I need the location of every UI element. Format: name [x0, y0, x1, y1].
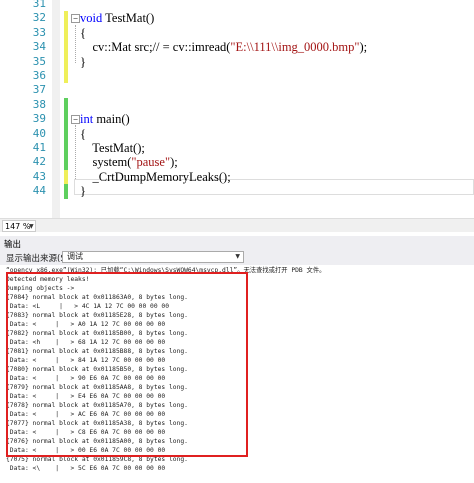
highlight-annotation-box [6, 272, 248, 457]
output-source-value: 调试 [67, 252, 83, 261]
output-source-select[interactable]: 调试 ▼ [62, 251, 244, 263]
code-line[interactable]: } [80, 184, 86, 198]
output-panel-title: 输出 [4, 240, 22, 250]
code-line[interactable]: system("pause"); [80, 155, 178, 169]
line-number: 36 [32, 69, 46, 82]
chevron-down-icon: ▼ [235, 253, 240, 260]
output-panel: 输出 显示输出来源(S): 调试 ▼ “opencv_x86.exe”(Win3… [0, 236, 474, 483]
line-number: 38 [32, 97, 46, 111]
chevron-down-icon: ▼ [29, 223, 34, 230]
output-line: Data: <\ | > 5C E6 0A 7C 00 00 00 00 [6, 465, 166, 472]
code-line[interactable]: int main() [80, 112, 130, 126]
code-line[interactable]: } [80, 55, 86, 69]
zoom-level-value: 147 % [5, 222, 31, 231]
code-line[interactable]: { [80, 26, 86, 40]
saved-change-marker [64, 97, 68, 113]
code-line[interactable]: void TestMat() [80, 11, 154, 25]
code-line[interactable]: TestMat(); [80, 141, 145, 155]
horizontal-scrollbar[interactable]: 147 % ▼ [0, 218, 474, 232]
code-line[interactable]: { [80, 127, 86, 141]
output-text-area[interactable]: “opencv_x86.exe”(Win32): 已加载“C:\Windows\… [0, 265, 474, 483]
change-marker [64, 69, 68, 84]
output-toolbar: 显示输出来源(S): 调试 ▼ [0, 250, 474, 265]
zoom-level-select[interactable]: 147 % ▼ [2, 220, 36, 232]
line-number: 37 [32, 83, 46, 97]
output-line: {7075} normal block at 0x011859C8, 8 byt… [6, 456, 188, 463]
code-editor[interactable]: 31 32 33 34 35 36 37 38 39 40 41 42 43 4… [0, 0, 474, 218]
line-number: 31 [32, 0, 46, 10]
code-line[interactable]: cv::Mat src;// = cv::imread("E:\\111\\im… [80, 40, 368, 54]
code-line[interactable]: _CrtDumpMemoryLeaks(); [80, 170, 231, 184]
